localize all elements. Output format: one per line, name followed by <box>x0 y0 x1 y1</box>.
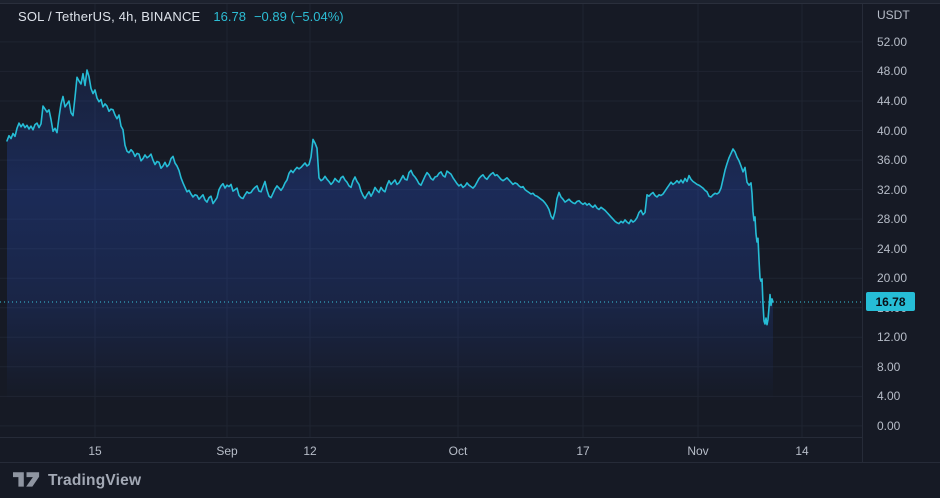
price-tick-label: 4.00 <box>877 389 900 403</box>
time-tick-label: 14 <box>795 444 808 458</box>
axis-currency-label: USDT <box>877 8 910 22</box>
time-tick-label: 15 <box>88 444 101 458</box>
pane-top-border <box>0 0 940 4</box>
price-tick-label: 48.00 <box>877 64 907 78</box>
symbol-title[interactable]: SOL / TetherUS, 4h, BINANCE <box>18 9 200 24</box>
price-tick-label: 20.00 <box>877 271 907 285</box>
price-tick-label: 32.00 <box>877 183 907 197</box>
price-tick-label: 40.00 <box>877 124 907 138</box>
price-tick-label: 8.00 <box>877 360 900 374</box>
price-chart-pane[interactable] <box>0 0 862 437</box>
price-axis[interactable]: USDT 16.78 52.00 48.00 44.00 40.00 36.00 32.0… <box>862 0 940 462</box>
chart-legend: SOL / TetherUS, 4h, BINANCE 16.78 −0.89 (−… <box>18 9 344 24</box>
price-change-value: −0.89 (−5.04%) <box>254 9 344 24</box>
time-tick-label: 12 <box>303 444 316 458</box>
time-tick-label: Sep <box>216 444 237 458</box>
last-price-value: 16.78 <box>213 9 246 24</box>
time-tick-label: Nov <box>687 444 708 458</box>
time-tick-label: Oct <box>449 444 468 458</box>
price-tick-label: 0.00 <box>877 419 900 433</box>
last-price-badge: 16.78 <box>866 292 915 311</box>
area-fill <box>7 70 773 437</box>
price-tick-label: 12.00 <box>877 330 907 344</box>
time-tick-label: 17 <box>576 444 589 458</box>
tradingview-logo-icon[interactable] <box>13 469 40 493</box>
price-tick-label: 44.00 <box>877 94 907 108</box>
tradingview-chart-window: SOL / TetherUS, 4h, BINANCE 16.78 −0.89 (−… <box>0 0 940 498</box>
price-tick-label: 52.00 <box>877 35 907 49</box>
footer-bar: TradingView <box>0 462 940 498</box>
tradingview-brand-text[interactable]: TradingView <box>48 472 141 490</box>
time-axis[interactable]: 15 Sep 12 Oct 17 Nov 14 <box>0 437 862 462</box>
price-tick-label: 28.00 <box>877 212 907 226</box>
price-tick-label: 24.00 <box>877 242 907 256</box>
price-tick-label: 36.00 <box>877 153 907 167</box>
